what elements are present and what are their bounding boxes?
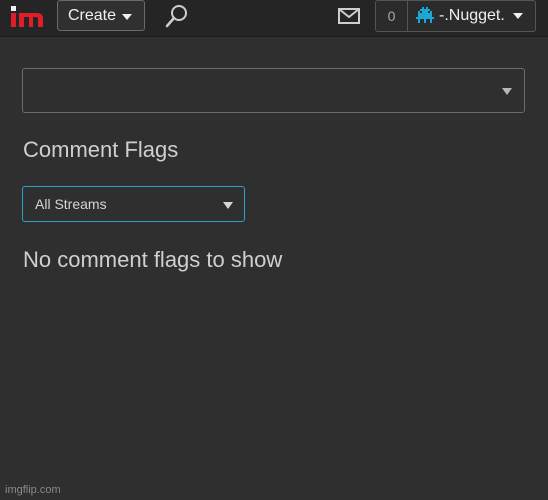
pixel-avatar-icon [416,7,434,23]
chevron-down-icon [502,88,512,95]
empty-state-message: No comment flags to show [23,247,283,272]
top-navigation-bar: Create 0 -.Nugget. [0,0,548,37]
notification-count-value: 0 [387,8,396,24]
chevron-down-icon [512,13,523,19]
notification-count[interactable]: 0 [375,0,408,32]
watermark: imgflip.com [5,484,61,496]
page-title: Comment Flags [23,137,179,162]
mail-icon[interactable] [337,6,361,26]
imgflip-logo[interactable] [8,3,46,31]
chevron-down-icon [223,202,233,209]
search-icon[interactable] [164,3,190,29]
create-button-label: Create [68,6,117,24]
streams-filter-select[interactable]: All Streams [22,186,245,222]
create-button[interactable]: Create [57,0,145,31]
streams-filter-value: All Streams [35,196,107,212]
user-menu-button[interactable]: -.Nugget. [407,0,536,32]
stream-select-dropdown[interactable] [22,68,525,113]
username: -.Nugget. [439,7,505,24]
chevron-down-icon [122,13,133,20]
